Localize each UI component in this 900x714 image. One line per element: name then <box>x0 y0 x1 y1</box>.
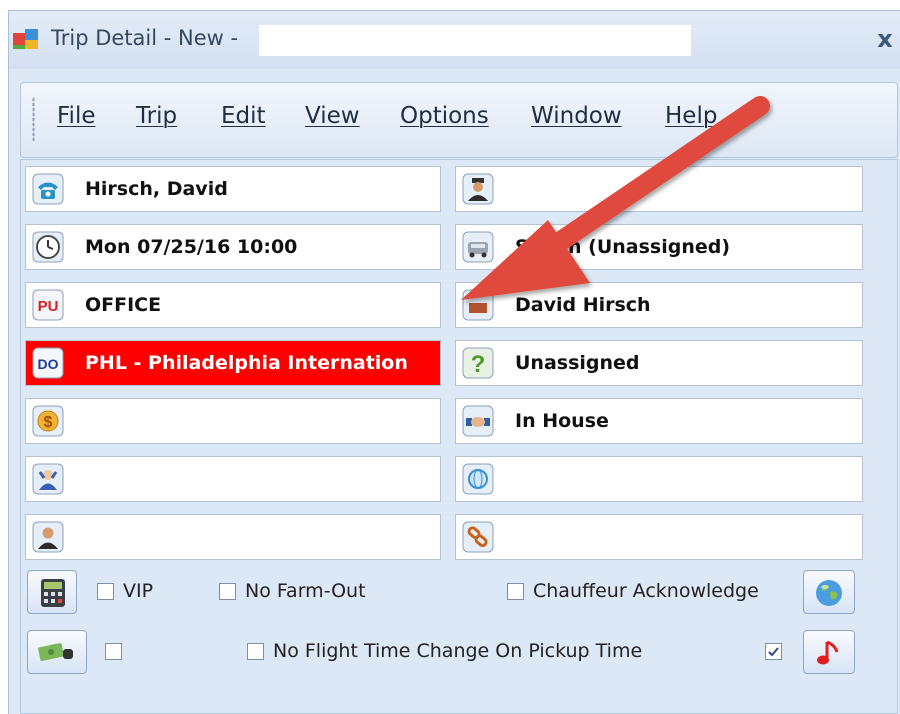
menu-trip[interactable]: Trip <box>136 103 177 129</box>
globe-icon <box>816 580 842 606</box>
driver-icon[interactable] <box>462 173 494 205</box>
title-bar: Trip Detail - New - x <box>9 11 900 69</box>
menu-options[interactable]: Options <box>400 103 489 129</box>
app-window-icon <box>13 29 38 49</box>
pickup-location: OFFICE <box>85 294 162 316</box>
menu-edit[interactable]: Edit <box>221 103 266 129</box>
payment-button[interactable] <box>27 630 87 674</box>
clock-icon[interactable] <box>32 231 64 263</box>
svg-text:$: $ <box>44 414 53 431</box>
pickup-badge: PU <box>38 298 59 315</box>
globe-button[interactable] <box>803 570 855 614</box>
calculator-icon <box>41 579 65 607</box>
menu-view[interactable]: View <box>305 103 360 129</box>
car-icon[interactable] <box>462 231 494 263</box>
checkmark-icon <box>768 647 779 657</box>
menu-bar: File Trip Edit View Options Window Help <box>20 82 898 158</box>
pickup-icon[interactable]: PU <box>32 289 64 321</box>
vehicle-icon[interactable] <box>462 289 494 321</box>
vip-label: VIP <box>123 580 154 602</box>
trip-number-field <box>259 25 691 56</box>
dropoff-icon[interactable]: DO <box>32 347 64 379</box>
dropoff-badge: DO <box>38 356 59 372</box>
unlabeled-checkbox[interactable] <box>105 643 122 660</box>
passenger-field[interactable] <box>25 456 441 502</box>
vehicle-type-value: Sedan (Unassigned) <box>515 236 731 258</box>
trip-detail-form: Hirsch, David Mon 07/25/16 10:00 PU OFFI… <box>20 159 898 714</box>
status-value: Unassigned <box>515 352 640 374</box>
dollar-icon[interactable]: $ <box>32 405 64 437</box>
pickup-datetime: Mon 07/25/16 10:00 <box>85 236 298 258</box>
rate-field[interactable]: $ <box>25 398 441 444</box>
no-flight-time-change-checkbox[interactable] <box>247 643 264 660</box>
pickup-time-field[interactable]: Mon 07/25/16 10:00 <box>25 224 441 270</box>
no-farm-out-label: No Farm-Out <box>245 580 366 602</box>
svg-text:?: ? <box>471 351 486 378</box>
vehicle-type-field[interactable]: Sedan (Unassigned) <box>455 224 863 270</box>
window-title: Trip Detail - New - <box>51 26 239 50</box>
menu-help[interactable]: Help <box>665 103 717 129</box>
affiliate-value: In House <box>515 410 609 432</box>
pickup-location-field[interactable]: PU OFFICE <box>25 282 441 328</box>
link-icon[interactable] <box>462 521 494 553</box>
chauffeur-acknowledge-label: Chauffeur Acknowledge <box>533 580 759 602</box>
billing-contact-field[interactable]: David Hirsch <box>455 282 863 328</box>
close-button[interactable]: x <box>871 24 899 54</box>
person-icon[interactable] <box>32 521 64 553</box>
menu-window[interactable]: Window <box>531 103 622 129</box>
menu-file[interactable]: File <box>57 103 96 129</box>
passenger-icon[interactable] <box>32 463 64 495</box>
billing-contact-value: David Hirsch <box>515 294 651 316</box>
linked-trip-field[interactable] <box>455 514 863 560</box>
handshake-icon[interactable] <box>462 405 494 437</box>
right-checkbox[interactable] <box>765 643 782 660</box>
trip-detail-window: Trip Detail - New - x File Trip Edit Vie… <box>8 10 900 714</box>
money-hand-icon <box>38 643 73 661</box>
web-field[interactable] <box>455 456 863 502</box>
music-button[interactable] <box>803 630 855 674</box>
phone-icon[interactable] <box>32 173 64 205</box>
contact-field[interactable] <box>25 514 441 560</box>
customer-field[interactable]: Hirsch, David <box>25 166 441 212</box>
question-icon[interactable]: ? <box>462 347 494 379</box>
vip-checkbox[interactable] <box>97 583 114 600</box>
no-farm-out-checkbox[interactable] <box>219 583 236 600</box>
calculator-button[interactable] <box>27 570 77 614</box>
driver-field[interactable] <box>455 166 863 212</box>
dropoff-location: PHL - Philadelphia Internation <box>85 352 408 374</box>
customer-name: Hirsch, David <box>85 178 228 200</box>
no-flight-time-change-label: No Flight Time Change On Pickup Time <box>273 640 643 662</box>
affiliate-field[interactable]: In House <box>455 398 863 444</box>
globe-small-icon[interactable] <box>462 463 494 495</box>
toolbar-grip[interactable] <box>32 97 35 141</box>
dropoff-location-field[interactable]: DO PHL - Philadelphia Internation <box>25 340 441 386</box>
chauffeur-acknowledge-checkbox[interactable] <box>507 583 524 600</box>
music-note-icon <box>817 640 839 665</box>
status-field[interactable]: ? Unassigned <box>455 340 863 386</box>
